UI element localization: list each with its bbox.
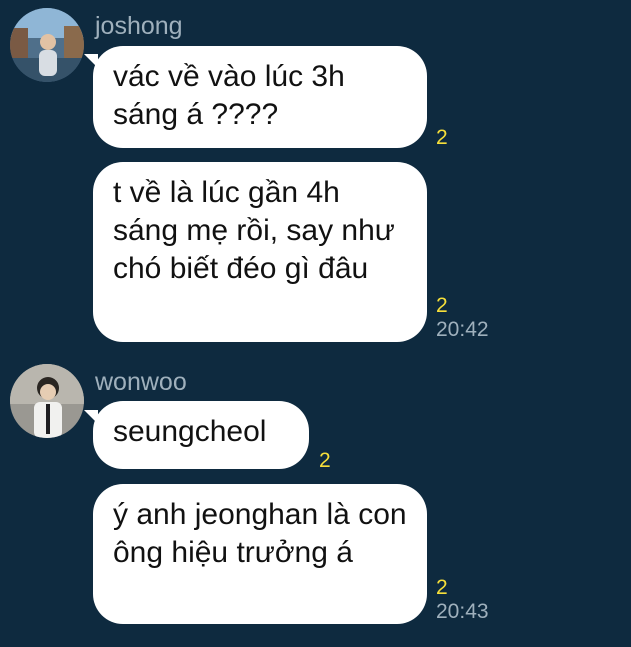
message-bubble[interactable]: ý anh jeonghan là con ông hiệu trưởng á [93, 484, 427, 624]
timestamp: 20:43 [436, 600, 489, 623]
unread-count: 2 [319, 449, 331, 472]
message-bubble[interactable]: t về là lúc gần 4h sáng mẹ rồi, say như … [93, 162, 427, 342]
message-meta: 2 [319, 449, 331, 473]
message-text: t về là lúc gần 4h sáng mẹ rồi, say như … [113, 176, 395, 285]
message-bubble[interactable]: seungcheol [93, 401, 309, 469]
message-meta: 2 20:43 [436, 576, 489, 624]
unread-count: 2 [436, 576, 448, 599]
message-text: vác về vào lúc 3h sáng á ???? [113, 60, 345, 131]
avatar[interactable] [10, 364, 84, 438]
avatar[interactable] [10, 8, 84, 82]
message-text: ý anh jeonghan là con ông hiệu trưởng á [113, 498, 407, 569]
unread-count: 2 [436, 294, 448, 317]
message-text: seungcheol [113, 415, 267, 448]
sender-name: joshong [95, 12, 183, 40]
unread-count: 2 [436, 126, 448, 149]
message-meta: 2 [436, 126, 448, 150]
avatar-joshong-icon [10, 8, 84, 82]
timestamp: 20:42 [436, 318, 489, 341]
message-bubble[interactable]: vác về vào lúc 3h sáng á ???? [93, 46, 427, 148]
sender-name: wonwoo [95, 368, 187, 396]
avatar-wonwoo-icon [10, 364, 84, 438]
message-meta: 2 20:42 [436, 294, 489, 342]
chat-area[interactable]: joshong vác về vào lúc 3h sáng á ???? 2 … [0, 0, 631, 647]
